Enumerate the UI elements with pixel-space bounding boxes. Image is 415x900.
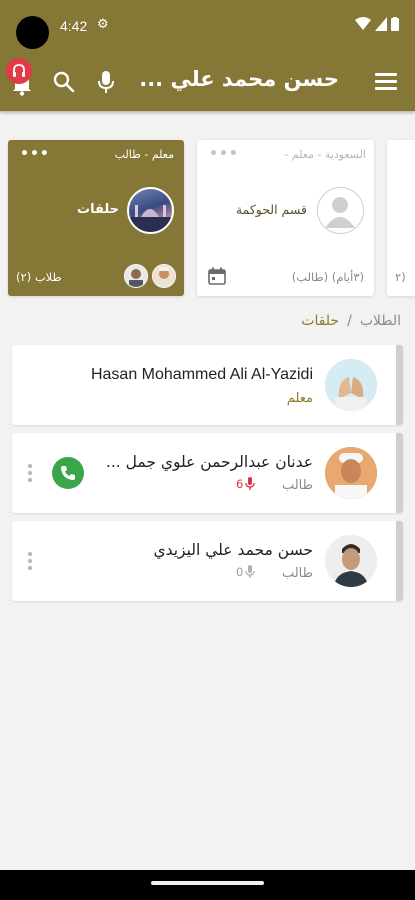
member-name: عدنان عبدالرحمن علوي جمل ... [105,453,313,471]
more-options-button[interactable] [28,464,34,485]
card-footer: (٢ [395,270,406,284]
home-handle[interactable] [151,881,264,885]
notification-badge[interactable] [6,58,32,84]
list-item[interactable]: حسن محمد علي اليزيدي طالب 0 [12,521,403,601]
search-button[interactable] [52,70,76,94]
breadcrumb: الطلاب / حلقات [301,313,401,329]
breadcrumb-current: حلقات [301,313,340,329]
card-name: قسم الحوكمة [235,202,307,217]
member-avatar [152,264,176,288]
settings-status-icon: ⚙ [97,17,109,32]
more-icon[interactable]: ••• [20,146,50,162]
member-role: معلم [286,391,313,406]
group-card-partial[interactable]: (٢ [387,140,415,296]
person-photo-icon [325,447,377,499]
page-title: حسن محمد علي ... [139,67,339,91]
voice-count: 6 [236,477,255,491]
menu-icon [375,73,397,76]
status-bar: 4:42 ⚙ [0,0,415,54]
more-icon [28,552,32,556]
card-subtitle: معلم - طالب [114,148,174,161]
mosque-image-icon [129,205,172,232]
group-avatar [127,187,174,234]
call-button[interactable] [52,457,84,489]
mic-icon [245,565,255,578]
avatar [325,535,377,587]
person-photo-icon [153,265,175,287]
person-placeholder-icon [325,197,355,228]
mic-icon [245,477,255,490]
person-photo-icon [325,535,377,587]
system-nav-bar [0,870,415,900]
breadcrumb-separator: / [347,313,352,329]
status-time: 4:42 [60,18,88,34]
more-icon [28,464,32,468]
card-subtitle: السعودية - معلم - [284,148,366,161]
wifi-icon [355,17,371,30]
app-bar: حسن محمد علي ... [0,54,415,111]
member-name: Hasan Mohammed Ali Al-Yazidi [90,366,313,383]
member-avatar [124,264,148,288]
member-role: طالب [281,478,313,493]
voice-count: 0 [236,565,255,579]
member-role: طالب [281,566,313,581]
more-icon[interactable]: ••• [209,146,239,162]
status-icons [355,17,399,31]
row-edge [396,521,403,601]
phone-icon [61,466,75,480]
more-options-button[interactable] [28,552,34,573]
breadcrumb-root[interactable]: الطلاب [360,313,401,329]
member-name: حسن محمد علي اليزيدي [153,541,313,559]
mic-button[interactable] [96,70,116,94]
menu-button[interactable] [375,73,397,91]
voice-count-value: 6 [236,477,244,491]
battery-icon [391,17,399,31]
row-edge [396,433,403,513]
voice-count-value: 0 [236,565,244,579]
headset-icon [13,64,25,77]
group-card-halaqat[interactable]: ••• معلم - طالب حلقات طلاب (٢) [8,140,184,296]
list-item[interactable]: عدنان عبدالرحمن علوي جمل ... طالب 6 [12,433,403,513]
camera-cutout [16,16,49,49]
card-footer: طلاب (٢) [16,270,62,284]
avatar [325,447,377,499]
card-name: حلقات [77,202,119,217]
avatar [325,359,377,411]
card-footer: (٣أيام) (طالب) [291,270,364,284]
list-item[interactable]: Hasan Mohammed Ali Al-Yazidi معلم [12,345,403,425]
group-card-governance[interactable]: ••• السعودية - معلم - قسم الحوكمة (٣أيام… [197,140,374,296]
praying-hands-photo-icon [325,359,377,411]
person-photo-icon [125,265,147,287]
signal-icon [375,17,387,31]
group-avatar [317,187,364,234]
calendar-icon[interactable] [208,267,226,285]
row-edge [396,345,403,425]
